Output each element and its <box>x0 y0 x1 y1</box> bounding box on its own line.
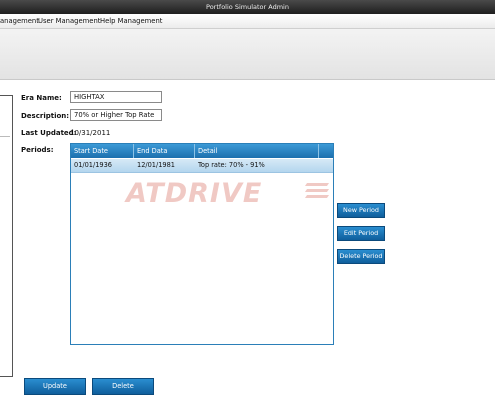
last-updated-label: Last Updated: <box>21 129 77 137</box>
periods-table-header: Start Date End Data Detail <box>71 144 333 158</box>
description-label: Description: <box>21 112 70 120</box>
watermark-stripes-icon <box>304 183 330 199</box>
edit-period-button[interactable]: Edit Period <box>337 226 385 241</box>
delete-period-button[interactable]: Delete Period <box>337 249 385 264</box>
cell-start-date: 01/01/1936 <box>74 161 113 169</box>
menu-item-help-management[interactable]: Help Management <box>100 17 162 25</box>
column-end-date[interactable]: End Data <box>134 144 195 158</box>
watermark-logo: ATDRIVE <box>126 178 331 209</box>
ribbon-area <box>0 29 495 80</box>
column-start-date[interactable]: Start Date <box>71 144 134 158</box>
watermark-text: ATDRIVE <box>126 178 263 209</box>
description-field[interactable]: 70% or Higher Top Rate <box>70 109 162 121</box>
periods-label: Periods: <box>21 146 54 154</box>
column-detail[interactable]: Detail <box>195 144 319 158</box>
era-name-label: Era Name: <box>21 94 62 102</box>
window-titlebar: Portfolio Simulator Admin <box>0 0 495 14</box>
update-button[interactable]: Update <box>24 378 86 395</box>
table-row[interactable]: 01/01/1936 12/01/1981 Top rate: 70% - 91… <box>71 159 333 173</box>
delete-button[interactable]: Delete <box>92 378 154 395</box>
window-title: Portfolio Simulator Admin <box>206 3 289 11</box>
era-name-field[interactable]: HIGHTAX <box>70 91 162 103</box>
new-period-button[interactable]: New Period <box>337 203 385 218</box>
menu-bar: anagement User Management Help Managemen… <box>0 14 495 29</box>
cell-detail: Top rate: 70% - 91% <box>198 161 265 169</box>
left-list-panel[interactable] <box>0 95 13 377</box>
last-updated-value: 10/31/2011 <box>70 129 111 137</box>
left-panel-divider <box>0 136 10 137</box>
cell-end-date: 12/01/1981 <box>137 161 176 169</box>
periods-table: Start Date End Data Detail 01/01/1936 12… <box>70 143 334 345</box>
menu-item-management[interactable]: anagement <box>0 17 39 25</box>
menu-item-user-management[interactable]: User Management <box>38 17 100 25</box>
